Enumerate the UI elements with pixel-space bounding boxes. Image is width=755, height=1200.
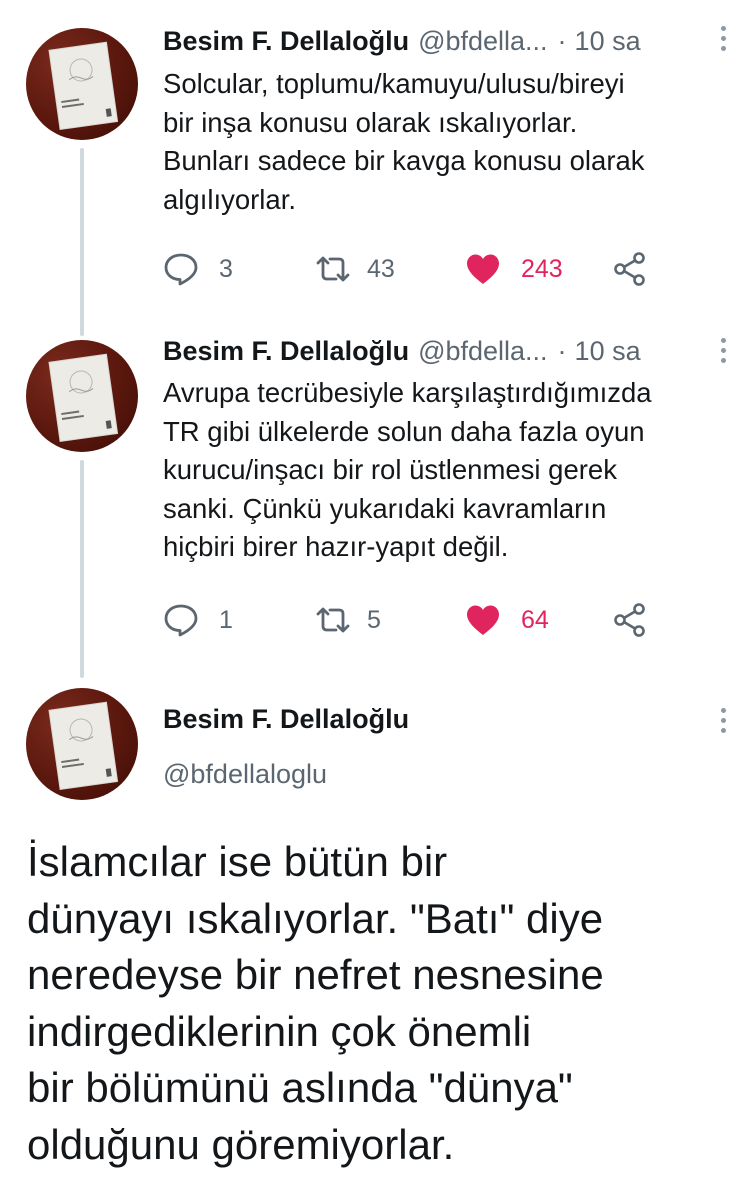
tweet-text-line: sanki. Çünkü yukarıdaki kavramların — [163, 492, 607, 524]
tweet-text-line: olduğunu göremiyorlar. — [27, 1120, 455, 1168]
retweet-count: 43 — [367, 254, 395, 283]
more-options-icon[interactable] — [713, 338, 733, 363]
tweet-header: Besim F. Dellaloğlu @bfdella... · 10 sa — [163, 334, 641, 368]
tweet-text-line: kurucu/inşacı bir rol üstlenmesi gerek — [163, 454, 617, 485]
reply-icon — [163, 603, 199, 637]
like-count: 64 — [521, 605, 549, 634]
more-options-icon[interactable] — [713, 708, 733, 733]
reply-icon — [163, 252, 199, 286]
like-button[interactable]: 243 — [465, 249, 563, 289]
heart-icon — [465, 253, 501, 285]
separator: · — [557, 336, 567, 366]
like-count: 243 — [521, 254, 563, 283]
author-handle[interactable]: @bfdella... — [418, 24, 547, 58]
tweet-actions: 1 5 64 — [163, 600, 663, 640]
tweet-text-line: Bunları sadece bir kavga konusu olarak — [163, 145, 645, 176]
author-handle[interactable]: @bfdellaloglu — [163, 757, 327, 791]
avatar[interactable] — [26, 688, 138, 800]
thread-line — [80, 460, 84, 678]
tweet-text: Solcular, toplumu/kamuyu/ulusu/bireyi bi… — [163, 65, 738, 219]
retweet-count: 5 — [367, 605, 381, 634]
tweet-text: Avrupa tecrübesiyle karşılaştırdığımızda… — [163, 374, 738, 567]
tweet-text-line: neredeyse bir nefret nesnesine — [27, 951, 604, 998]
tweet-text-line: TR gibi ülkelerde solun daha fazla oyun — [163, 415, 645, 447]
heart-icon — [465, 604, 501, 636]
timestamp[interactable]: 10 sa — [575, 334, 641, 368]
thread-line — [80, 148, 84, 336]
author-name[interactable]: Besim F. Dellaloğlu — [163, 334, 409, 368]
avatar[interactable] — [26, 28, 138, 140]
tweet-text-line: indirgediklerinin çok önemli — [27, 1007, 532, 1055]
reply-count: 3 — [219, 254, 233, 283]
tweet-text-line: dünyayı ıskalıyorlar. "Batı" diye — [27, 894, 604, 942]
tweet-actions: 3 43 243 — [163, 249, 663, 289]
tweet-text-line: Avrupa tecrübesiyle karşılaştırdığımızda — [163, 377, 652, 408]
retweet-button[interactable]: 5 — [315, 600, 381, 640]
tweet-header: Besim F. Dellaloğlu @bfdella... · 10 sa — [163, 24, 641, 58]
author-name[interactable]: Besim F. Dellaloğlu — [163, 24, 409, 58]
avatar[interactable] — [26, 340, 138, 452]
main-tweet-text: İslamcılar ise bütün bir dünyayı ıskalıy… — [27, 834, 737, 1173]
retweet-icon — [315, 254, 351, 284]
tweet-text-line: İslamcılar ise bütün bir — [27, 838, 448, 885]
share-icon — [612, 603, 648, 637]
share-button[interactable] — [612, 600, 648, 640]
share-button[interactable] — [612, 249, 648, 289]
reply-button[interactable]: 1 — [163, 600, 233, 640]
author-name[interactable]: Besim F. Dellaloğlu — [163, 702, 409, 736]
like-button[interactable]: 64 — [465, 600, 549, 640]
tweet-text-line: algılıyorlar. — [163, 183, 296, 215]
reply-count: 1 — [219, 605, 233, 634]
tweet-text-line: bir bölümünü aslında "dünya" — [27, 1064, 573, 1111]
share-icon — [612, 252, 648, 286]
retweet-button[interactable]: 43 — [315, 249, 395, 289]
timestamp[interactable]: 10 sa — [575, 24, 641, 58]
tweet-text-line: bir inşa konusu olarak ıskalıyorlar. — [163, 106, 578, 138]
tweet-text-line: Solcular, toplumu/kamuyu/ulusu/bireyi — [163, 68, 625, 99]
author-handle[interactable]: @bfdella... — [418, 334, 547, 368]
separator: · — [557, 26, 567, 56]
tweet-text-line: hiçbiri birer hazır-yapıt değil. — [163, 531, 509, 562]
retweet-icon — [315, 605, 351, 635]
more-options-icon[interactable] — [713, 26, 733, 51]
reply-button[interactable]: 3 — [163, 249, 233, 289]
